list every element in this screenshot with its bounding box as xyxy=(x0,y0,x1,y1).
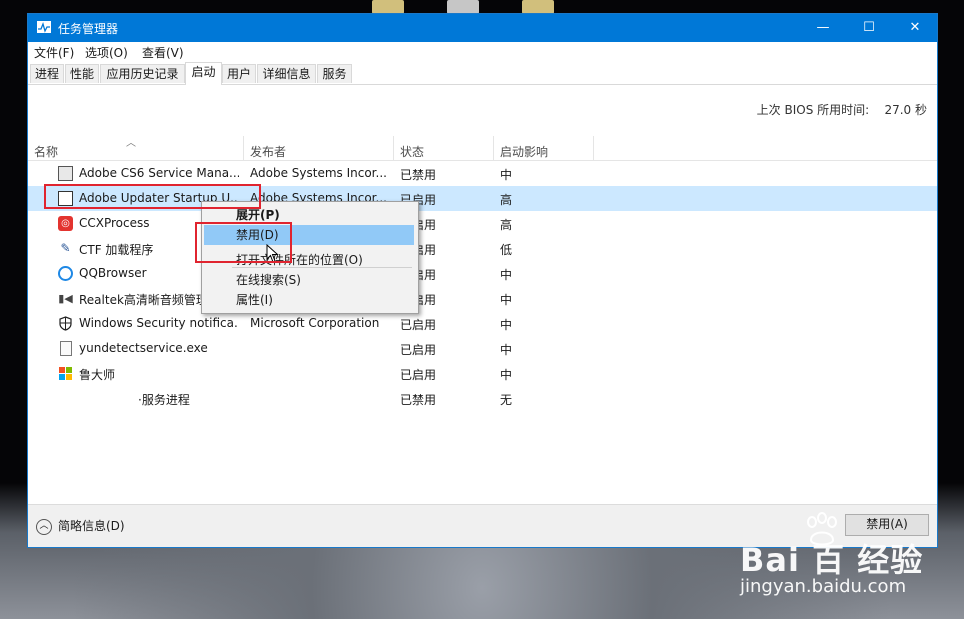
table-row[interactable]: QQBrowser 已启用 中 xyxy=(28,261,937,286)
row-impact: 中 xyxy=(500,343,513,357)
row-impact: 中 xyxy=(500,368,513,382)
close-button[interactable]: ✕ xyxy=(892,14,938,42)
chevron-up-icon: ︿ xyxy=(36,518,52,535)
row-name: yundetectservice.exe xyxy=(79,341,208,355)
desktop-file-icon[interactable] xyxy=(447,0,479,14)
column-header: ︿ 名称 发布者 状态 启动影响 xyxy=(28,136,937,161)
sort-up-icon: ︿ xyxy=(126,138,136,149)
menu-options[interactable]: 选项(O) xyxy=(85,44,128,61)
tab-details[interactable]: 详细信息 xyxy=(257,64,316,83)
less-details-button[interactable]: ︿ 简略信息(D) xyxy=(36,517,125,535)
adobe-cs6-icon xyxy=(58,166,73,181)
menu-file[interactable]: 文件(F) xyxy=(34,44,74,61)
qqbrowser-icon xyxy=(58,266,73,281)
tab-strip: 进程 性能 应用历史记录 启动 用户 详细信息 服务 xyxy=(28,62,937,85)
maximize-button[interactable]: ☐ xyxy=(846,14,892,42)
menu-item-search-online[interactable]: 在线搜索(S) xyxy=(204,270,414,290)
task-manager-icon xyxy=(37,21,51,33)
disable-button[interactable]: 禁用(A) xyxy=(845,514,929,536)
tab-app-history[interactable]: 应用历史记录 xyxy=(100,64,185,83)
window-title: 任务管理器 xyxy=(58,22,119,36)
ludashi-icon xyxy=(59,367,72,380)
row-status: 已禁用 xyxy=(400,393,437,407)
table-row[interactable]: 鲁大师 已启用 中 xyxy=(28,361,937,386)
row-impact: 中 xyxy=(500,268,513,282)
minimize-button[interactable]: — xyxy=(800,14,846,42)
table-row[interactable]: ·服务进程 已禁用 无 xyxy=(28,386,937,411)
task-manager-window: 任务管理器 — ☐ ✕ 文件(F) 选项(O) 查看(V) 进程 性能 应用历史… xyxy=(27,13,938,548)
table-row[interactable]: Adobe CS6 Service Mana... Adobe Systems … xyxy=(28,161,937,186)
row-status: 已禁用 xyxy=(400,168,437,182)
baidu-jingyan-logo: Bai 百 经验 xyxy=(740,541,924,579)
annotation-highlight-row xyxy=(44,184,261,209)
less-details-label: 简略信息(D) xyxy=(58,519,125,533)
desktop-folder-icon[interactable] xyxy=(372,0,404,14)
row-name: Windows Security notifica... xyxy=(79,316,239,330)
column-status[interactable]: 状态 xyxy=(400,143,424,160)
row-impact: 中 xyxy=(500,293,513,307)
bios-time: 上次 BIOS 所用时间: 27.0 秒 xyxy=(757,101,927,118)
table-row[interactable]: ✎ CTF 加载程序 已启用 低 xyxy=(28,236,937,261)
windows-security-icon xyxy=(59,316,72,331)
ccx-process-icon: ◎ xyxy=(58,216,73,231)
tab-startup[interactable]: 启动 xyxy=(185,62,222,85)
menu-view[interactable]: 查看(V) xyxy=(142,44,184,61)
column-divider[interactable] xyxy=(393,136,394,160)
row-name: ·服务进程 xyxy=(138,393,190,407)
bios-time-label: 上次 BIOS 所用时间: xyxy=(756,103,870,117)
row-impact: 高 xyxy=(500,193,513,207)
column-name[interactable]: 名称 xyxy=(34,143,58,160)
tab-performance[interactable]: 性能 xyxy=(65,64,99,83)
table-row[interactable]: Windows Security notifica... Microsoft C… xyxy=(28,311,937,336)
row-status: 已启用 xyxy=(400,343,437,357)
tab-processes[interactable]: 进程 xyxy=(30,64,64,83)
watermark-url: jingyan.baidu.com xyxy=(740,576,907,597)
desktop-folder-icon[interactable] xyxy=(522,0,554,14)
bios-time-value: 27.0 秒 xyxy=(884,103,927,117)
column-publisher[interactable]: 发布者 xyxy=(250,143,286,160)
row-impact: 高 xyxy=(500,218,513,232)
row-impact: 低 xyxy=(500,243,513,257)
column-divider[interactable] xyxy=(493,136,494,160)
row-status: 已启用 xyxy=(400,318,437,332)
tab-users[interactable]: 用户 xyxy=(222,64,256,83)
exe-file-icon xyxy=(60,341,72,356)
row-impact: 中 xyxy=(500,168,513,182)
realtek-audio-icon: ▮◀ xyxy=(58,292,73,305)
row-name: Adobe CS6 Service Mana... xyxy=(79,166,239,180)
table-row[interactable]: ▮◀ Realtek高清晰音频管理 已启用 中 xyxy=(28,286,937,311)
column-impact[interactable]: 启动影响 xyxy=(500,143,548,160)
table-row[interactable]: ◎ CCXProcess 已启用 高 xyxy=(28,211,937,236)
annotation-highlight-disable xyxy=(195,222,292,263)
menu-bar: 文件(F) 选项(O) 查看(V) xyxy=(28,42,937,61)
title-bar[interactable]: 任务管理器 — ☐ ✕ xyxy=(28,14,937,42)
row-publisher: Microsoft Corporation xyxy=(250,316,380,330)
column-divider[interactable] xyxy=(243,136,244,160)
row-impact: 无 xyxy=(500,393,513,407)
tab-services[interactable]: 服务 xyxy=(317,64,352,83)
row-impact: 中 xyxy=(500,318,513,332)
table-row[interactable]: yundetectservice.exe 已启用 中 xyxy=(28,336,937,361)
row-name: 鲁大师 xyxy=(79,368,116,382)
row-status: 已启用 xyxy=(400,368,437,382)
ctf-loader-icon: ✎ xyxy=(60,241,71,255)
column-divider[interactable] xyxy=(593,136,594,160)
row-publisher: Adobe Systems Incor... xyxy=(250,166,387,180)
menu-item-properties[interactable]: 属性(I) xyxy=(204,290,414,310)
